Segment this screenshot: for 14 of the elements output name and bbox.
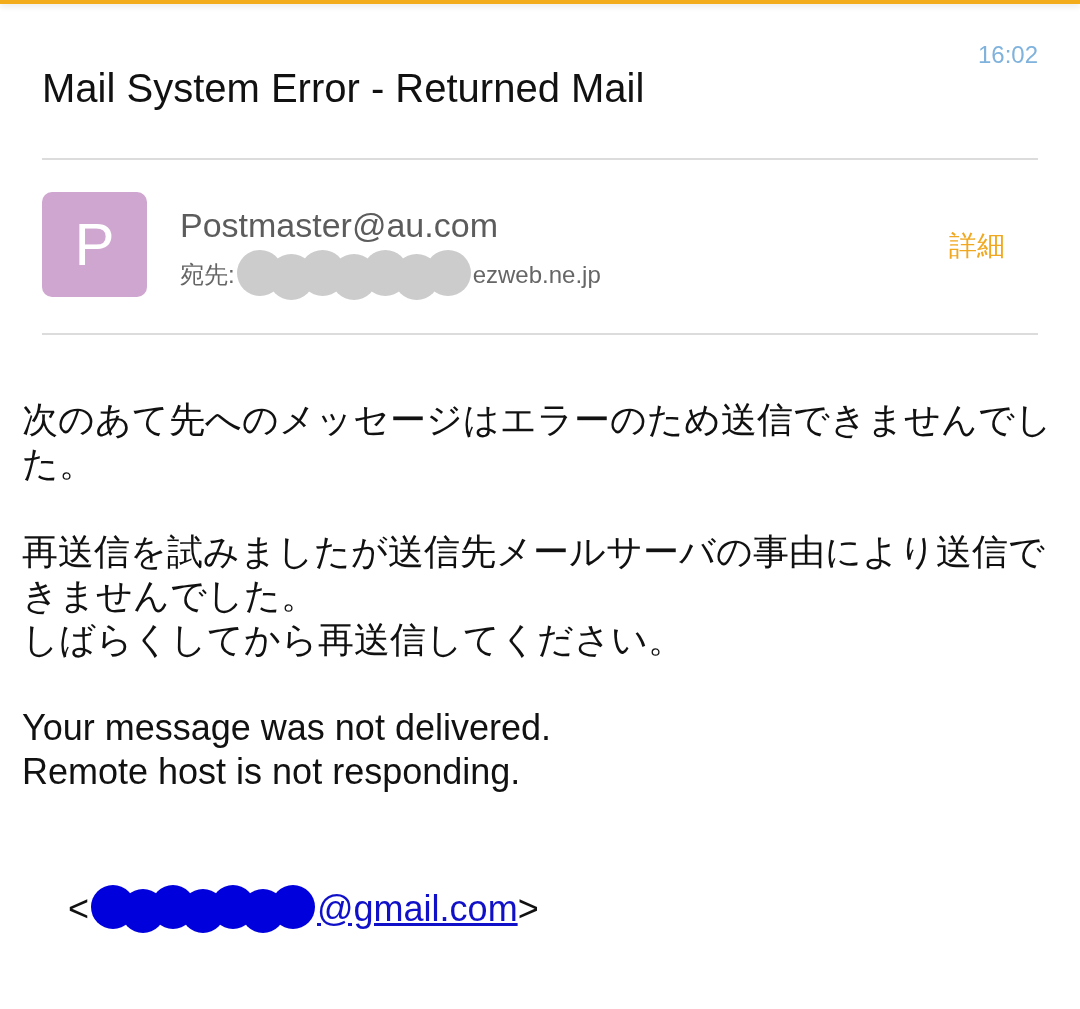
sender-address: Postmaster@au.com [180,205,499,245]
message-text: 再送信を試みましたが送信先メールサーバの事由により送信できませんでした。 [22,530,1046,618]
message-text: Your message was not delivered. [22,706,552,750]
close-bracket: > [517,887,539,931]
email-link[interactable]: @gmail.com [317,887,518,931]
open-bracket: < [68,887,90,931]
to-label: 宛先: [180,260,235,290]
mail-time: 16:02 [977,41,1038,69]
recipient-domain: ezweb.ne.jp [472,261,601,289]
mail-subject: Mail System Error - Returned Mail [42,65,645,112]
message-text: しばらくしてから再送信してください。 [22,618,685,662]
message-text: 次のあて先へのメッセージはエラーのため送信できませんでした。 [22,398,1052,486]
message-text: Remote host is not responding. [22,750,522,794]
sender-avatar: P [42,192,147,297]
